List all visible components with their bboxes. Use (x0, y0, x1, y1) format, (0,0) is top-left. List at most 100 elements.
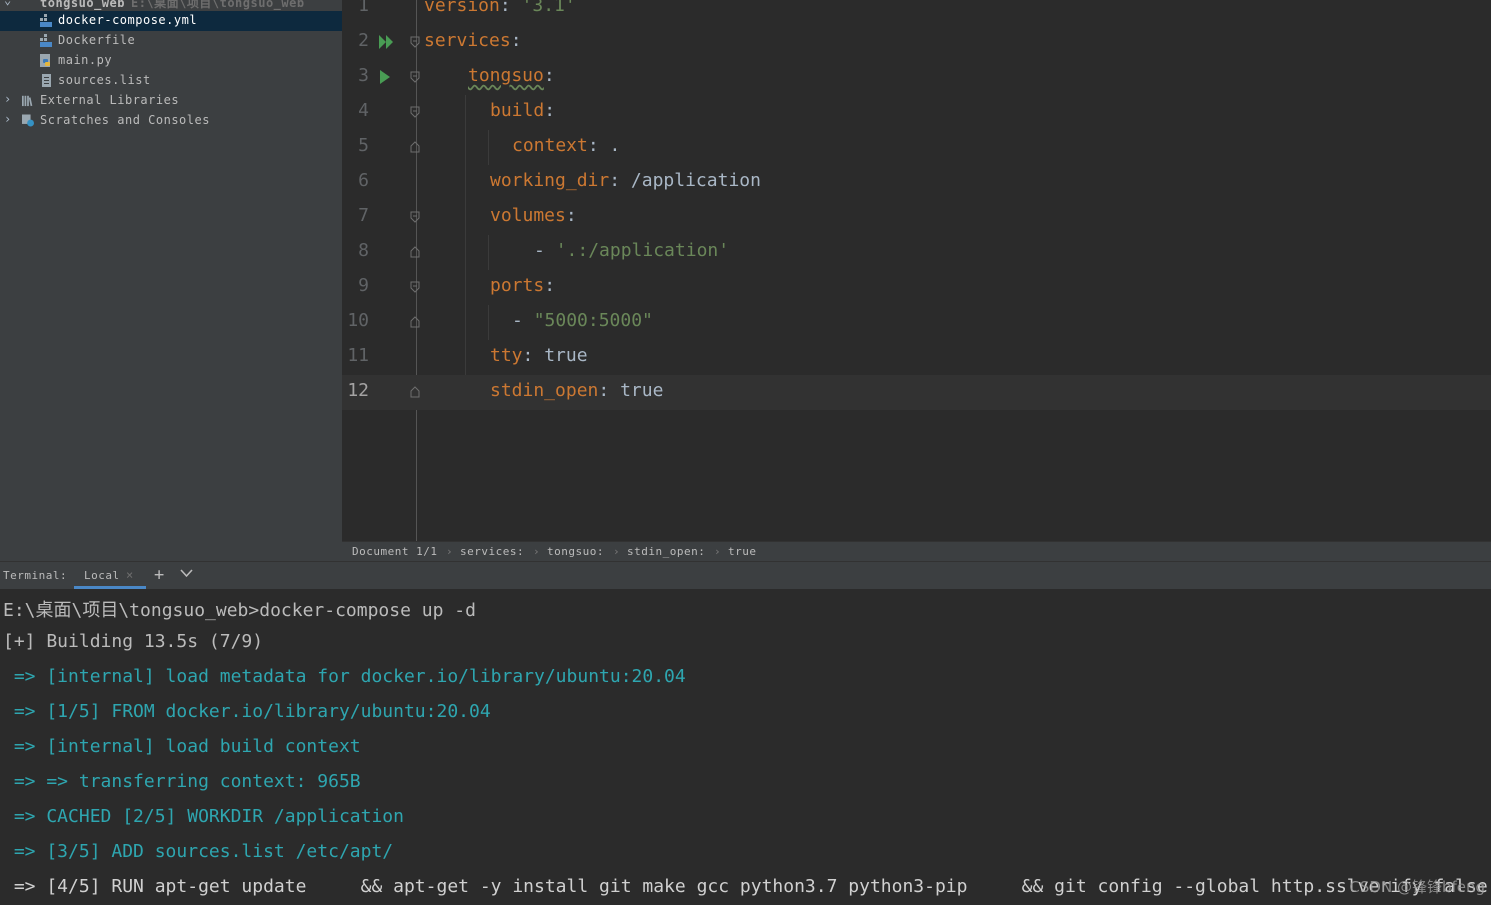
breadcrumb-document[interactable]: Document 1/1 (352, 545, 437, 558)
fold-end-icon[interactable] (410, 141, 420, 153)
tree-item-label: Dockerfile (58, 33, 136, 47)
terminal-line: => [3/5] ADD sources.list /etc/apt/ (3, 841, 394, 862)
library-icon (22, 95, 33, 107)
line-number: 12 (347, 380, 369, 401)
code-line-3[interactable]: 3 tongsuo: (342, 60, 1491, 95)
chevron-right-icon[interactable]: › (4, 92, 14, 106)
run-all-services-icon[interactable] (378, 34, 396, 50)
yaml-colon: : (565, 205, 577, 226)
fold-marker-icon[interactable] (410, 211, 420, 223)
yaml-colon: : (544, 100, 556, 121)
breadcrumb-item[interactable]: tongsuo: (547, 545, 604, 558)
run-service-icon[interactable] (378, 69, 392, 85)
tab-local[interactable]: Local × (74, 562, 146, 589)
docker-compose-icon (40, 14, 52, 27)
code-line-9[interactable]: 9 ports: (342, 270, 1491, 305)
yaml-string: "5000:5000" (533, 310, 653, 331)
root-folder-label: tongsuo_web (40, 0, 125, 10)
terminal-line: => CACHED [2/5] WORKDIR /application (3, 806, 404, 827)
breadcrumb-item[interactable]: stdin_open: (627, 545, 705, 558)
line-number: 1 (358, 0, 369, 16)
yaml-key: build (490, 100, 545, 121)
terminal-line: => [1/5] FROM docker.io/library/ubuntu:2… (3, 701, 491, 722)
yaml-colon: : (543, 65, 555, 86)
fold-marker-icon[interactable] (410, 36, 420, 48)
yaml-colon: : (598, 380, 621, 401)
line-number: 5 (358, 135, 369, 156)
tree-item-dockerfile[interactable]: Dockerfile (0, 31, 342, 51)
terminal-output[interactable]: E:\桌面\项目\tongsuo_web>docker-compose up -… (0, 589, 1491, 905)
yaml-key: tongsuo (468, 65, 544, 86)
tree-item-label: sources.list (58, 73, 151, 87)
fold-marker-icon[interactable] (410, 71, 420, 83)
tree-item-external-libraries[interactable]: › External Libraries (0, 91, 342, 111)
terminal-line: => [4/5] RUN apt-get update && apt-get -… (3, 876, 1488, 897)
yaml-key: working_dir (490, 170, 610, 191)
chevron-down-icon[interactable] (180, 569, 193, 578)
code-line-11[interactable]: 11 tty: true (342, 340, 1491, 375)
fold-marker-icon[interactable] (410, 281, 420, 293)
chevron-right-icon: › (446, 545, 454, 558)
line-number: 11 (347, 345, 369, 366)
line-number: 10 (347, 310, 369, 331)
yaml-key: ports (490, 275, 545, 296)
tree-item-sources-list[interactable]: sources.list (0, 71, 342, 91)
yaml-key: version (424, 0, 500, 16)
code-line-1[interactable]: 1 version: '3.1' (342, 0, 1491, 25)
terminal-line: [+] Building 13.5s (7/9) (3, 631, 264, 652)
line-number: 6 (358, 170, 369, 191)
yaml-key: stdin_open (490, 380, 599, 401)
tree-item-docker-compose[interactable]: docker-compose.yml (0, 11, 342, 31)
line-number: 7 (358, 205, 369, 226)
new-tab-icon[interactable]: + (154, 565, 165, 585)
root-folder-path: E:\桌面\项目\tongsuo_web (130, 0, 305, 10)
code-line-5[interactable]: 5 context: . (342, 130, 1491, 165)
code-line-12[interactable]: 12 stdin_open: true (342, 375, 1491, 410)
line-number: 2 (358, 30, 369, 51)
fold-end-icon[interactable] (410, 246, 420, 258)
code-line-7[interactable]: 7 volumes: (342, 200, 1491, 235)
yaml-colon: : (609, 170, 631, 191)
tab-label: Local (84, 569, 120, 582)
fold-end-icon[interactable] (410, 316, 420, 328)
yaml-dash: - (512, 310, 534, 331)
terminal-title: Terminal: (3, 569, 68, 582)
yaml-colon: : (522, 345, 545, 366)
yaml-string: '3.1' (521, 0, 576, 16)
text-file-icon (42, 74, 51, 87)
yaml-colon: : (544, 275, 556, 296)
yaml-colon: : (499, 0, 522, 16)
yaml-key: services (424, 30, 511, 51)
terminal-line: E:\桌面\项目\tongsuo_web>docker-compose up -… (3, 600, 476, 621)
code-line-6[interactable]: 6 working_dir: /application (342, 165, 1491, 200)
chevron-right-icon[interactable]: › (4, 112, 14, 126)
yaml-key: tty (490, 345, 523, 366)
code-line-8[interactable]: 8 - '.:/application' (342, 235, 1491, 270)
line-number: 8 (358, 240, 369, 261)
chevron-right-icon: › (714, 545, 722, 558)
chevron-down-icon[interactable]: ⌄ (4, 0, 14, 7)
tree-item-main-py[interactable]: main.py (0, 51, 342, 71)
breadcrumb: Document 1/1 › services: › tongsuo: › st… (342, 541, 1491, 562)
chevron-right-icon: › (533, 545, 541, 558)
code-line-2[interactable]: 2 services: (342, 25, 1491, 60)
tree-item-label: docker-compose.yml (58, 13, 198, 27)
tree-item-scratches[interactable]: › Scratches and Consoles (0, 111, 342, 131)
fold-end-icon[interactable] (410, 386, 420, 398)
breadcrumb-item[interactable]: services: (460, 545, 524, 558)
yaml-value: . (609, 135, 621, 156)
code-line-4[interactable]: 4 build: (342, 95, 1491, 130)
close-icon[interactable]: × (126, 568, 134, 582)
code-line-10[interactable]: 10 - "5000:5000" (342, 305, 1491, 340)
fold-marker-icon[interactable] (410, 106, 420, 118)
yaml-key: volumes (490, 205, 566, 226)
yaml-dash: - (534, 240, 556, 261)
line-number: 3 (358, 65, 369, 86)
tree-item-label: External Libraries (40, 93, 180, 107)
chevron-right-icon: › (613, 545, 621, 558)
yaml-colon: : (510, 30, 522, 51)
tree-item-label: Scratches and Consoles (40, 113, 210, 127)
tree-item-label: main.py (58, 53, 113, 67)
breadcrumb-item[interactable]: true (728, 545, 757, 558)
watermark: CSDN @锋锋bfeng (1349, 878, 1485, 896)
